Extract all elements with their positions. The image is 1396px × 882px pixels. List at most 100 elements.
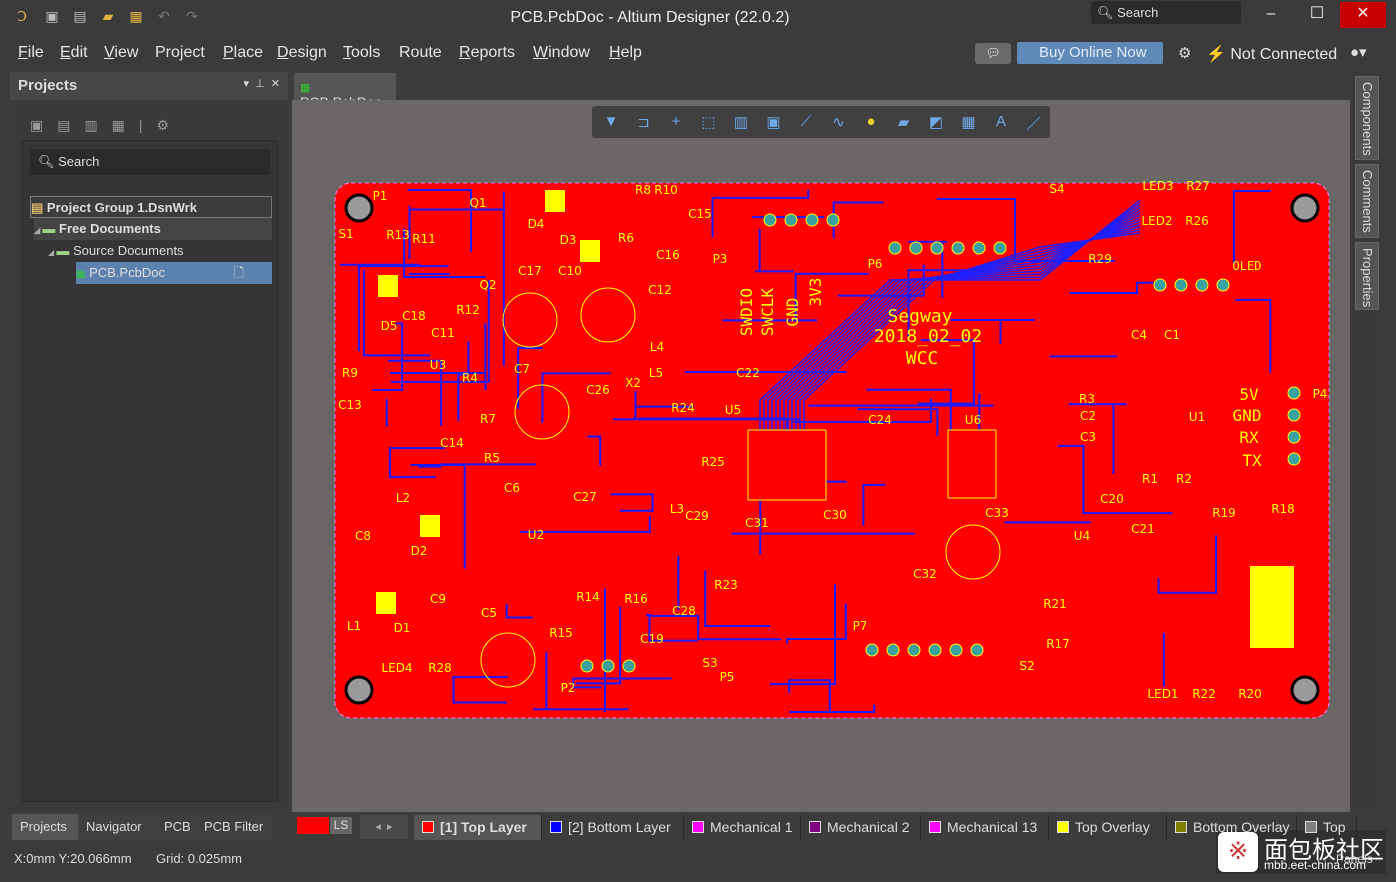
silkscreen-text: OLED: [1233, 259, 1262, 273]
layer-tab[interactable]: Mechanical 13: [921, 815, 1049, 840]
tree-item[interactable]: ▦ PCB.PcbDoc 🗋: [76, 262, 272, 284]
layer-color-swatch: [422, 821, 434, 833]
through-hole-pad: [826, 213, 840, 227]
layer-name: Mechanical 1: [710, 819, 793, 835]
panels-button[interactable]: Panels: [1336, 852, 1373, 866]
silkscreen-text: SWCLK: [758, 288, 777, 337]
through-hole-pad: [972, 241, 986, 255]
project-search-input[interactable]: 🔍︎ Search: [30, 149, 270, 175]
menu-project[interactable]: Project: [155, 44, 205, 62]
through-hole-pad: [993, 241, 1007, 255]
designator-d3: D3: [560, 233, 577, 247]
smd-pad: [376, 592, 396, 614]
menu-window[interactable]: Window: [533, 44, 590, 62]
right-panel-tab-components[interactable]: Components: [1355, 76, 1379, 160]
smd-pad: [378, 275, 398, 297]
layer-name: [1] Top Layer: [440, 819, 527, 835]
document-icon: 🗋: [233, 265, 244, 280]
layer-set-color[interactable]: [297, 817, 329, 834]
menu-file[interactable]: File: [18, 44, 44, 62]
right-panel-tab-comments[interactable]: Comments: [1355, 164, 1379, 238]
layer-tab[interactable]: Top: [1297, 815, 1357, 840]
panel-tab-projects[interactable]: Projects: [12, 814, 78, 840]
layer-scroll-buttons[interactable]: ◂ ▸: [360, 815, 408, 839]
text-icon[interactable]: A: [991, 113, 1011, 131]
layer-name: Mechanical 13: [947, 819, 1038, 835]
dimension-icon[interactable]: ▦: [959, 113, 979, 131]
global-search[interactable]: 🔍︎ Search: [1091, 1, 1241, 24]
layer-tab[interactable]: Bottom Overlay: [1167, 815, 1297, 840]
component-icon[interactable]: ▣: [764, 113, 784, 131]
mounting-hole: [344, 193, 374, 223]
through-hole-pad: [951, 241, 965, 255]
layer-color-swatch: [692, 821, 704, 833]
designator-l1: L1: [347, 619, 361, 633]
pcb-board[interactable]: Segway2018_02_02WCCSWDIO SWCLK GND3V35VGND…: [292, 100, 1350, 812]
menu-reports[interactable]: Reports: [459, 44, 515, 62]
feedback-button[interactable]: 💬︎: [975, 43, 1011, 64]
menu-place[interactable]: Place: [223, 44, 263, 62]
tree-item[interactable]: ◢ ▬ Source Documents: [48, 240, 272, 262]
menu-edit[interactable]: Edit: [60, 44, 88, 62]
menu-help[interactable]: Help: [609, 44, 642, 62]
panel-tab-pcb[interactable]: PCB: [156, 814, 196, 840]
place-via-icon[interactable]: ●: [861, 113, 881, 131]
fill-icon[interactable]: ▰: [894, 113, 914, 131]
layer-tab[interactable]: Top Overlay: [1049, 815, 1167, 840]
designator-c6: C6: [504, 481, 520, 495]
settings-gear-icon[interactable]: ⚙: [1178, 44, 1191, 62]
diff-pair-icon[interactable]: ∿: [829, 113, 849, 131]
designator-c1: C1: [1164, 328, 1180, 342]
layer-tab[interactable]: Mechanical 2: [801, 815, 921, 840]
silkscreen-text: RX: [1239, 428, 1259, 447]
smd-pad: [420, 515, 440, 537]
region-icon[interactable]: ◩: [926, 113, 946, 131]
silkscreen-text: Segway: [887, 306, 952, 327]
panel-tab-navigator[interactable]: Navigator: [78, 814, 156, 840]
align-icon[interactable]: ▥: [731, 113, 751, 131]
line-icon[interactable]: ／: [1024, 113, 1044, 133]
designator-c17: C17: [518, 264, 542, 278]
right-panel-tab-properties[interactable]: Properties: [1355, 242, 1379, 310]
layer-tab[interactable]: [2] Bottom Layer: [542, 815, 684, 840]
menu-route[interactable]: Route: [399, 44, 442, 62]
layer-set-button[interactable]: LS: [330, 817, 352, 834]
designator-d2: D2: [411, 544, 428, 558]
select-rect-icon[interactable]: ⬚: [699, 113, 719, 131]
connection-status[interactable]: ⚡ Not Connected: [1206, 44, 1337, 64]
designator-u1: U1: [1189, 410, 1205, 424]
panel-controls[interactable]: ▾ ⊥ ✕: [243, 77, 280, 90]
user-account-icon[interactable]: ●▾: [1350, 43, 1367, 61]
designator-p3: P3: [713, 252, 728, 266]
menu-design[interactable]: Design: [277, 44, 327, 62]
panel-tab-pcb-filter[interactable]: PCB Filter: [196, 814, 272, 840]
minimize-button[interactable]: –: [1248, 2, 1294, 26]
designator-r22: R22: [1192, 687, 1216, 701]
buy-online-button[interactable]: Buy Online Now: [1017, 42, 1163, 64]
tree-label: Free Documents: [59, 221, 161, 236]
through-hole-pad: [930, 241, 944, 255]
designator-l3: L3: [670, 502, 684, 516]
designator-x2: X2: [625, 376, 641, 390]
designator-r14: R14: [576, 590, 600, 604]
pcb-active-bar: [592, 106, 1050, 138]
designator-r21: R21: [1043, 597, 1067, 611]
maximize-button[interactable]: ☐: [1294, 2, 1340, 26]
pcb-canvas[interactable]: Segway 2018_02_02 WCC SWDIO SWCLK GND 3V3 5V GND…: [292, 100, 1350, 812]
tab-pcb-document[interactable]: ▦ PCB.PcbDoc: [294, 73, 396, 110]
close-button[interactable]: ✕: [1340, 2, 1386, 28]
layer-tab[interactable]: Mechanical 1: [684, 815, 801, 840]
menu-view[interactable]: View: [104, 44, 138, 62]
designator-p4: P4: [1313, 387, 1328, 401]
tree-item[interactable]: ◢ ▬ Free Documents: [34, 218, 272, 240]
cross-icon[interactable]: +: [666, 113, 686, 131]
filter-icon[interactable]: ▼: [601, 113, 621, 131]
menu-tools[interactable]: Tools: [343, 44, 380, 62]
project-toolbar[interactable]: ▣▤▥▦|⚙: [30, 117, 183, 134]
designator-c12: C12: [648, 283, 672, 297]
tree-item[interactable]: ▤ Project Group 1.DsnWrk: [30, 196, 272, 218]
interactive-route-icon[interactable]: ⊐: [634, 113, 654, 131]
route-icon[interactable]: ⟋: [796, 113, 816, 131]
designator-u6: U6: [965, 413, 981, 427]
layer-tab[interactable]: [1] Top Layer: [414, 815, 542, 840]
